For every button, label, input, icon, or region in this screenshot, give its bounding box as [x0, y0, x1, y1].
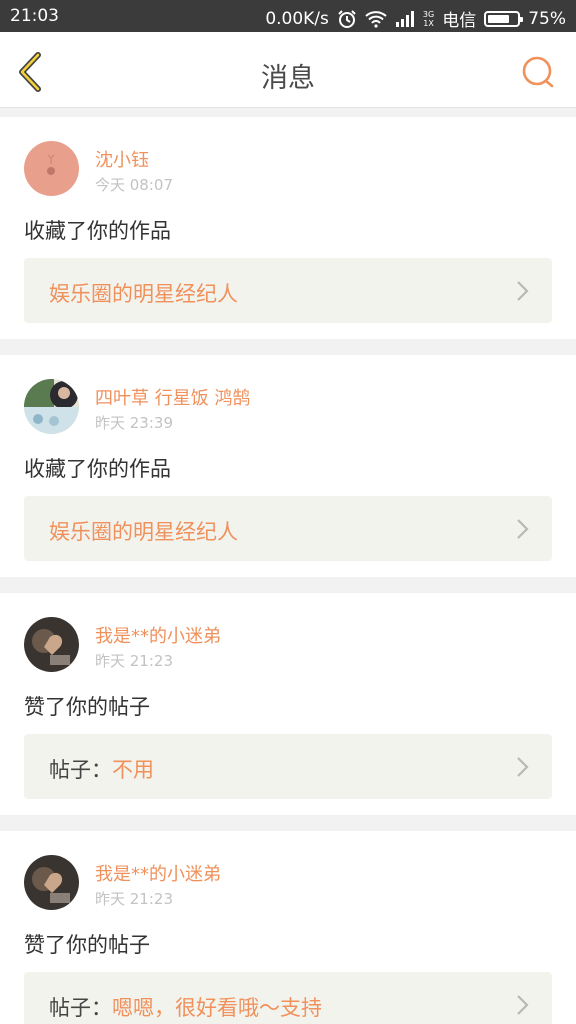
chevron-right-icon — [517, 757, 529, 777]
message-action: 赞了你的帖子 — [24, 695, 150, 719]
user-name[interactable]: 四叶草 行星饭 鸿鹄 — [95, 384, 250, 410]
target-link[interactable]: 帖子：嗯嗯，很好看哦～支持 — [24, 972, 552, 1024]
battery-icon — [484, 10, 524, 27]
avatar[interactable] — [24, 855, 79, 910]
search-icon[interactable] — [520, 54, 556, 90]
chevron-right-icon — [517, 281, 529, 301]
status-right: 0.00K/s 3G 1X 电信 75% — [265, 6, 566, 32]
target-link[interactable]: 娱乐圈的明星经纪人 — [24, 258, 552, 323]
message-card: 四叶草 行星饭 鸿鹄 昨天 23:39 收藏了你的作品 娱乐圈的明星经纪人 — [0, 355, 576, 577]
alarm-icon — [338, 9, 356, 28]
target-label: 娱乐圈的明星经纪人 — [49, 520, 238, 544]
message-action: 收藏了你的作品 — [24, 219, 171, 243]
page-title: 消息 — [261, 63, 315, 94]
avatar[interactable] — [24, 617, 79, 672]
message-action: 收藏了你的作品 — [24, 457, 171, 481]
battery-fill — [488, 14, 510, 23]
user-name[interactable]: 我是**的小迷弟 — [95, 860, 221, 886]
avatar[interactable] — [24, 379, 79, 434]
message-list: 沈小钰 今天 08:07 收藏了你的作品 娱乐圈的明星经纪人 四叶草 行星饭 鸿… — [0, 117, 576, 1024]
status-bar: 21:03 0.00K/s 3G 1X 电信 75% — [0, 0, 576, 32]
target-label: 娱乐圈的明星经纪人 — [49, 282, 238, 306]
avatar[interactable] — [24, 141, 79, 196]
target-label: 帖子：嗯嗯，很好看哦～支持 — [49, 996, 322, 1020]
message-action: 赞了你的帖子 — [24, 933, 150, 957]
status-time: 21:03 — [10, 6, 59, 26]
target-label: 帖子：不用 — [49, 758, 154, 782]
message-card: 沈小钰 今天 08:07 收藏了你的作品 娱乐圈的明星经纪人 — [0, 117, 576, 339]
message-time: 昨天 21:23 — [95, 652, 173, 670]
network-type: 3G 1X — [422, 9, 435, 28]
chevron-right-icon — [517, 519, 529, 539]
network-speed: 0.00K/s — [265, 8, 329, 29]
message-time: 昨天 21:23 — [95, 890, 173, 908]
message-time: 今天 08:07 — [95, 176, 173, 194]
chevron-right-icon — [517, 995, 529, 1015]
target-link[interactable]: 帖子：不用 — [24, 734, 552, 799]
carrier-label: 电信 — [442, 11, 477, 31]
signal-icon — [395, 10, 414, 27]
wifi-icon — [365, 10, 387, 28]
nav-bar: 消息 — [0, 32, 576, 108]
user-name[interactable]: 我是**的小迷弟 — [95, 622, 221, 648]
message-card: 我是**的小迷弟 昨天 21:23 赞了你的帖子 帖子：嗯嗯，很好看哦～支持 — [0, 831, 576, 1024]
battery-percent: 75% — [528, 8, 566, 29]
message-time: 昨天 23:39 — [95, 414, 173, 432]
target-link[interactable]: 娱乐圈的明星经纪人 — [24, 496, 552, 561]
message-card: 我是**的小迷弟 昨天 21:23 赞了你的帖子 帖子：不用 — [0, 593, 576, 815]
user-name[interactable]: 沈小钰 — [95, 146, 149, 172]
